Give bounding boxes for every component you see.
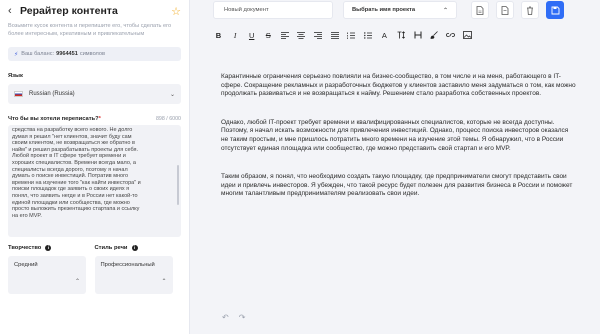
rewrite-textarea[interactable]: средства на разработку всего нового. Не …	[8, 125, 181, 237]
bold-icon[interactable]: B	[213, 30, 224, 41]
trash-icon	[527, 6, 533, 15]
align-right-icon[interactable]	[313, 30, 324, 41]
settings-row: Творчество i Средний ⌃ Стиль речи i Проф…	[8, 245, 181, 294]
creativity-select[interactable]: Средний ⌃	[8, 256, 86, 294]
chevron-up-icon: ⌃	[74, 279, 80, 285]
balance-banner: ⚡ Ваш баланс: 9964451 символов	[8, 47, 181, 61]
formatting-toolbar: B I U S A	[213, 27, 479, 43]
editor-paragraph: Таким образом, я понял, что необходимо с…	[221, 173, 573, 198]
export-doc-button[interactable]	[471, 1, 489, 19]
tool-title: Рерайтер контента	[20, 5, 118, 17]
save-button[interactable]	[546, 1, 564, 19]
text-height-icon[interactable]	[396, 30, 407, 41]
document-icon	[476, 5, 484, 15]
export-file-button[interactable]	[496, 1, 514, 19]
textarea-line: думая я решил "нет клиентов, значит буду…	[12, 133, 132, 140]
sidebar: ‹ Рерайтер контента ☆ Возьмите кусок кон…	[0, 0, 190, 334]
russia-flag-icon	[14, 91, 23, 97]
numbered-list-icon[interactable]	[346, 30, 357, 41]
creativity-label-row: Творчество i	[8, 245, 95, 251]
balance-value: 9964451	[56, 51, 78, 57]
creativity-label: Творчество	[8, 245, 42, 251]
char-counter: 898 / 6000	[155, 116, 181, 122]
textarea-line: средства на разработку всего нового. Не …	[12, 127, 133, 133]
editor-paragraph: Однако, любой IT-проект требует времени …	[221, 118, 569, 152]
editor-paragraph: Карантинные ограничения серьезно повлиял…	[221, 73, 576, 98]
italic-icon[interactable]: I	[230, 30, 241, 41]
required-marker: *	[98, 116, 101, 122]
history-controls: ↶ ↷	[222, 313, 255, 322]
textarea-line: поиски площадок где заявить о своих идея…	[12, 186, 130, 193]
back-arrow-icon[interactable]: ‹	[8, 5, 20, 17]
document-name-input[interactable]: Новый документ	[213, 1, 333, 19]
language-select[interactable]: Russian (Russia) ⌄	[8, 84, 181, 104]
redo-icon[interactable]: ↷	[239, 313, 246, 322]
textarea-line: хороших специалистов. Времени всегда мал…	[12, 159, 136, 166]
style-label-row: Стиль речи i	[95, 245, 182, 251]
rewrite-header: Что бы вы хотели переписать? * 898 / 600…	[8, 116, 181, 122]
tool-description: Возьмите кусок контента и перепишите его…	[8, 23, 172, 37]
editor[interactable]: Карантинные ограничения серьезно повлиял…	[213, 58, 585, 308]
chevron-up-icon: ⌃	[442, 7, 448, 14]
style-value: Профессиональный	[100, 262, 155, 268]
sidebar-header: ‹ Рерайтер контента ☆	[8, 0, 181, 22]
textarea-line: Любой проект в IT сфере требует времени …	[12, 153, 126, 160]
chevron-down-icon: ⌄	[169, 91, 175, 98]
chevron-up-icon: ⌃	[161, 279, 167, 285]
creativity-setting: Творчество i Средний ⌃	[8, 245, 95, 294]
textarea-line: понял, что заявить негде и в России нет …	[12, 192, 138, 199]
style-setting: Стиль речи i Профессиональный ⌃	[94, 245, 182, 294]
textarea-scrollbar[interactable]	[177, 165, 179, 205]
file-icon	[501, 5, 509, 15]
document-name: Новый документ	[224, 7, 269, 13]
delete-button[interactable]	[521, 1, 539, 19]
info-icon[interactable]: i	[131, 245, 138, 251]
textarea-line: на его MVP.	[12, 212, 42, 219]
project-select-label: Выбрать имя проекта	[352, 7, 416, 13]
save-icon	[551, 6, 559, 14]
font-size-icon[interactable]: A	[379, 30, 390, 41]
textarea-line: единой площадки или сообщества, где можн…	[12, 199, 130, 206]
style-select[interactable]: Профессиональный ⌃	[94, 256, 173, 294]
underline-icon[interactable]: U	[246, 30, 257, 41]
info-icon[interactable]: i	[45, 245, 52, 251]
style-label: Стиль речи	[94, 245, 128, 251]
align-center-icon[interactable]	[296, 30, 307, 41]
textarea-line: просто выложить презентацию стартапа и с…	[12, 206, 140, 213]
language-value: Russian (Russia)	[29, 91, 75, 97]
language-label: Язык	[8, 73, 23, 79]
textarea-line: своим клиентом, не возвращаться же обрат…	[12, 140, 135, 147]
creativity-value: Средний	[14, 262, 38, 268]
heading-icon[interactable]	[412, 30, 423, 41]
brush-icon[interactable]	[429, 30, 440, 41]
star-icon[interactable]: ☆	[171, 5, 181, 18]
bullet-list-icon[interactable]	[362, 30, 373, 41]
textarea-line: времени на изучение того "как найти инве…	[12, 179, 141, 186]
undo-icon[interactable]: ↶	[222, 313, 229, 322]
image-icon[interactable]	[462, 30, 473, 41]
project-select[interactable]: Выбрать имя проекта ⌃	[343, 1, 457, 19]
link-icon[interactable]	[445, 30, 456, 41]
align-justify-icon[interactable]	[329, 30, 340, 41]
strikethrough-icon[interactable]: S	[263, 30, 274, 41]
align-left-icon[interactable]	[279, 30, 290, 41]
top-bar: Новый документ Выбрать имя проекта ⌃	[213, 0, 600, 20]
lightning-icon: ⚡	[14, 51, 19, 58]
balance-unit: символов	[79, 51, 105, 57]
rewrite-label: Что бы вы хотели переписать?	[8, 116, 99, 122]
balance-label: Ваш баланс:	[21, 51, 55, 57]
textarea-line: думать о поиске инвестиций. Потратив мно…	[12, 173, 129, 180]
